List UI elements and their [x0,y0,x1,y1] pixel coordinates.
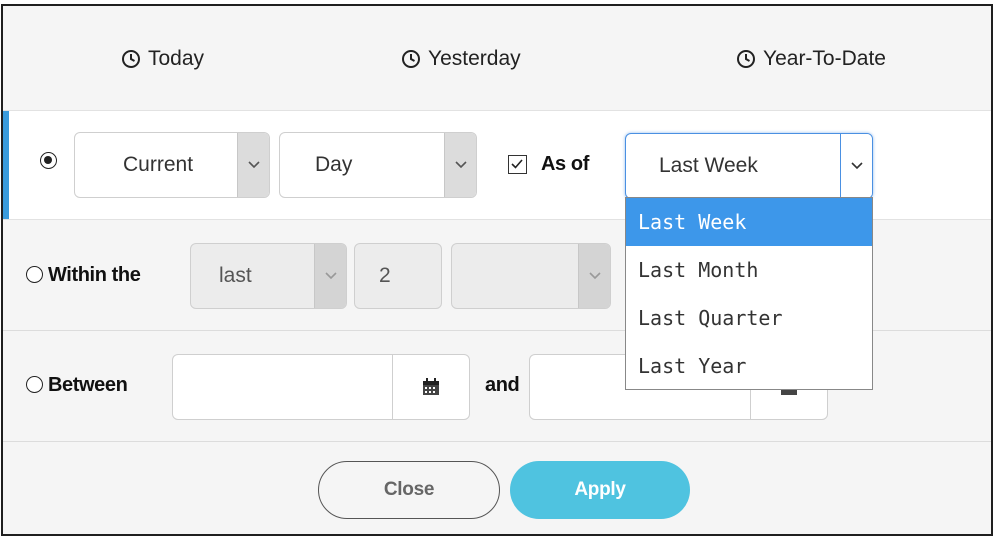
as-of-label: As of [541,153,590,175]
within-unit-select[interactable] [451,243,611,309]
start-date-field[interactable] [172,354,470,420]
date-range-picker: Today Yesterday Year-To-Date Current Day… [1,4,993,536]
chevron-down-icon [314,244,346,308]
quick-range-today[interactable]: Today [121,44,204,74]
as-of-select-value: Last Week [659,154,758,177]
quick-range-yesterday[interactable]: Yesterday [401,44,521,74]
dropdown-option-last-week[interactable]: Last Week [626,198,872,246]
between-radio[interactable] [26,376,43,393]
chevron-down-icon [444,133,476,197]
clock-icon [122,50,140,68]
chevron-down-icon [840,134,872,198]
within-count-input[interactable]: 2 [354,243,442,309]
within-direction-value: last [219,264,252,287]
chevron-down-icon [578,244,610,308]
apply-button[interactable]: Apply [510,461,690,519]
clock-icon [737,50,755,68]
unit-select[interactable]: Day [279,132,477,198]
quick-range-year-to-date[interactable]: Year-To-Date [736,44,886,74]
dropdown-option-last-month[interactable]: Last Month [626,246,872,294]
calendar-icon[interactable] [392,355,469,419]
within-radio[interactable] [26,266,43,283]
chevron-down-icon [237,133,269,197]
dropdown-option-last-quarter[interactable]: Last Quarter [626,294,872,342]
selected-row-indicator [3,111,9,219]
quick-range-label: Today [148,47,205,70]
between-label: Between [48,374,128,396]
period-select[interactable]: Current [74,132,270,198]
quick-range-label: Year-To-Date [763,47,886,70]
checkmark-icon [511,159,523,169]
within-label: Within the [48,264,141,286]
dropdown-option-last-year[interactable]: Last Year [626,342,872,390]
as-of-select[interactable]: Last Week [625,133,873,199]
quick-range-label: Yesterday [428,47,521,70]
period-select-value: Current [123,153,194,176]
within-direction-select[interactable]: last [190,243,347,309]
unit-select-value: Day [315,153,353,176]
within-count-value: 2 [379,264,391,287]
as-of-dropdown-list: Last Week Last Month Last Quarter Last Y… [625,197,873,390]
clock-icon [402,50,420,68]
close-button[interactable]: Close [318,461,500,519]
quick-range-bar: Today Yesterday Year-To-Date [3,6,991,110]
current-period-radio[interactable] [40,152,57,169]
and-label: and [485,374,520,396]
as-of-checkbox[interactable] [508,155,527,174]
